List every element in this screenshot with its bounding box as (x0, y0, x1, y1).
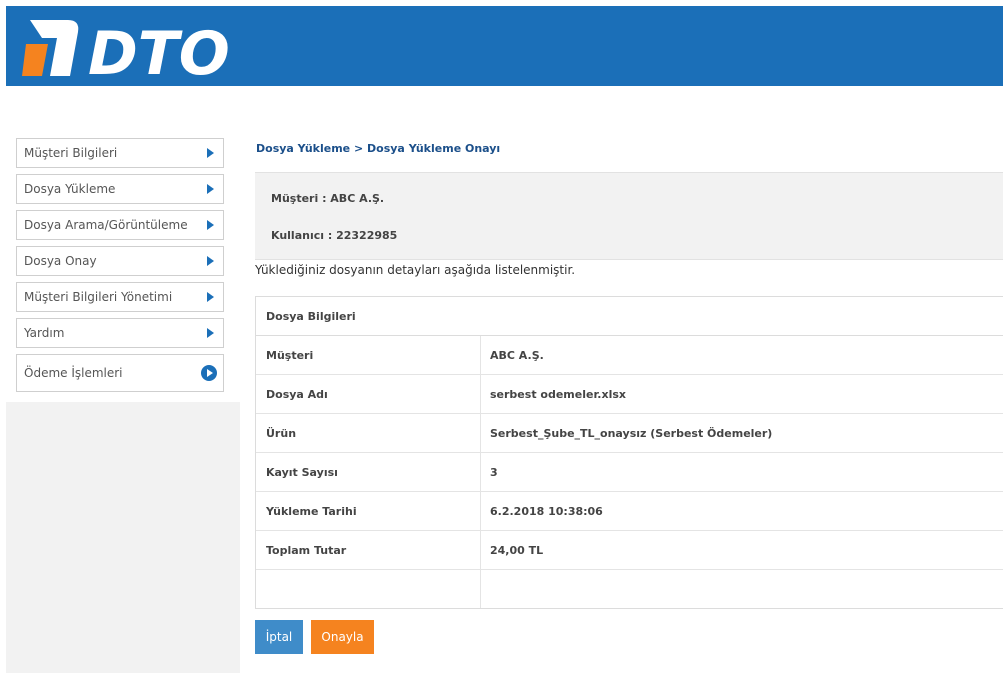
header-bar: DTO (6, 6, 1003, 86)
sidebar-item-musteri-bilgileri[interactable]: Müşteri Bilgileri (16, 138, 224, 168)
sidebar-item-label: Ödeme İşlemleri (24, 366, 123, 380)
description-text: Yüklediğiniz dosyanın detayları aşağıda … (255, 263, 576, 277)
breadcrumb: Dosya Yükleme > Dosya Yükleme Onayı (256, 142, 500, 155)
logo-text: DTO (88, 19, 230, 84)
row-value: serbest odemeler.xlsx (490, 387, 626, 401)
breadcrumb-link-dosya-yukleme[interactable]: Dosya Yükleme (256, 142, 350, 155)
row-label: Yükleme Tarihi (256, 492, 481, 530)
table-row: Ürün Serbest_Şube_TL_onaysız (Serbest Öd… (256, 414, 1003, 453)
sidebar-item-dosya-onay[interactable]: Dosya Onay (16, 246, 224, 276)
table-title: Dosya Bilgileri (256, 297, 1003, 336)
play-circle-icon (201, 365, 217, 381)
arrow-right-icon (207, 148, 214, 158)
sidebar-item-dosya-yukleme[interactable]: Dosya Yükleme (16, 174, 224, 204)
row-value: 24,00 TL (490, 543, 544, 557)
row-label: Kayıt Sayısı (256, 453, 481, 491)
sidebar-item-label: Müşteri Bilgileri Yönetimi (24, 290, 173, 304)
arrow-right-icon (207, 328, 214, 338)
customer-info-box: Müşteri : ABC A.Ş. Kullanıcı : 22322985 (255, 172, 1003, 260)
row-value: 3 (490, 465, 498, 479)
cancel-button[interactable]: İptal (255, 620, 303, 654)
row-value: Serbest_Şube_TL_onaysız (Serbest Ödemele… (490, 426, 773, 440)
table-row: Yükleme Tarihi 6.2.2018 10:38:06 (256, 492, 1003, 531)
arrow-right-icon (207, 220, 214, 230)
arrow-right-icon (207, 256, 214, 266)
arrow-right-icon (207, 184, 214, 194)
table-row: Dosya Adı serbest odemeler.xlsx (256, 375, 1003, 414)
row-value: 6.2.2018 10:38:06 (490, 504, 603, 518)
sidebar-item-odeme-islemleri[interactable]: Ödeme İşlemleri (16, 354, 224, 392)
sidebar-item-dosya-arama[interactable]: Dosya Arama/Görüntüleme (16, 210, 224, 240)
customer-info: Müşteri : ABC A.Ş. (271, 192, 385, 205)
table-row-empty (256, 570, 1003, 608)
row-label: Dosya Adı (256, 375, 481, 413)
sidebar-item-label: Dosya Arama/Görüntüleme (24, 218, 188, 232)
row-value: ABC A.Ş. (490, 348, 544, 362)
sidebar-background (6, 402, 240, 673)
sidebar-item-label: Müşteri Bilgileri (24, 146, 118, 160)
approve-button[interactable]: Onayla (311, 620, 374, 654)
user-info: Kullanıcı : 22322985 (271, 229, 398, 242)
arrow-right-icon (207, 292, 214, 302)
dto-logo[interactable]: DTO (16, 10, 246, 84)
table-row: Müşteri ABC A.Ş. (256, 336, 1003, 375)
row-label (256, 570, 481, 608)
sidebar-item-musteri-yonetimi[interactable]: Müşteri Bilgileri Yönetimi (16, 282, 224, 312)
file-info-table: Dosya Bilgileri Müşteri ABC A.Ş. Dosya A… (255, 296, 1003, 609)
row-label: Müşteri (256, 336, 481, 374)
row-value (481, 570, 1003, 608)
sidebar-item-label: Dosya Yükleme (24, 182, 116, 196)
table-row: Toplam Tutar 24,00 TL (256, 531, 1003, 570)
breadcrumb-separator: > (353, 142, 364, 155)
row-label: Toplam Tutar (256, 531, 481, 569)
table-row: Kayıt Sayısı 3 (256, 453, 1003, 492)
sidebar-item-yardim[interactable]: Yardım (16, 318, 224, 348)
sidebar-item-label: Dosya Onay (24, 254, 97, 268)
row-label: Ürün (256, 414, 481, 452)
breadcrumb-current: Dosya Yükleme Onayı (367, 142, 501, 155)
logo-mark-accent (22, 44, 48, 76)
sidebar-item-label: Yardım (24, 326, 65, 340)
sidebar-menu: Müşteri Bilgileri Dosya Yükleme Dosya Ar… (16, 138, 224, 398)
